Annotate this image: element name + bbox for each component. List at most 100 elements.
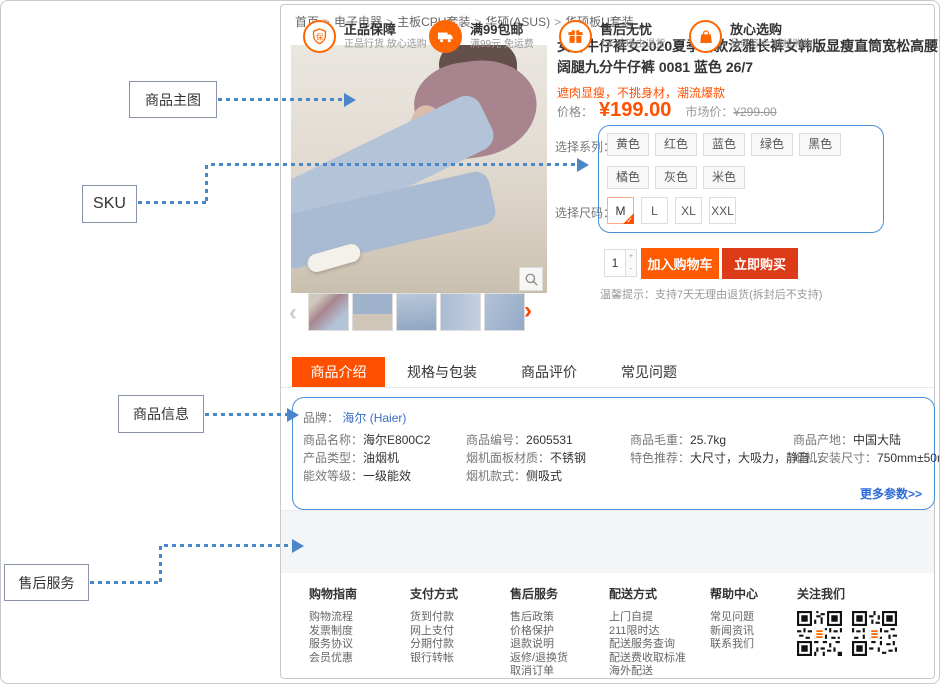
footer-column-title: 关注我们 bbox=[797, 585, 897, 602]
series-option-blue[interactable]: 蓝色 bbox=[703, 133, 745, 156]
series-option-gray[interactable]: 灰色 bbox=[655, 166, 697, 189]
product-info-frame: 品牌： 海尔 (Haier) 商品名称：海尔E800C2 产品类型：油烟机 能效… bbox=[292, 397, 935, 510]
size-option-m-selected[interactable]: M bbox=[607, 197, 634, 224]
footer-link[interactable]: 新闻资讯 bbox=[710, 625, 758, 639]
quantity-input[interactable] bbox=[605, 250, 625, 276]
tab-reviews[interactable]: 商品评价 bbox=[499, 357, 599, 387]
annotation-label-text: SKU bbox=[93, 195, 126, 213]
product-main-image[interactable] bbox=[291, 45, 547, 293]
footer-link[interactable]: 返修/退换货 bbox=[510, 652, 568, 666]
footer-link[interactable]: 会员优惠 bbox=[309, 652, 357, 666]
thumbnail-next-icon[interactable]: › bbox=[524, 297, 532, 325]
footer-link[interactable]: 银行转帐 bbox=[410, 652, 458, 666]
footer-link[interactable]: 购物流程 bbox=[309, 611, 357, 625]
size-options: M L XL XXL bbox=[607, 197, 736, 224]
footer-link[interactable]: 网上支付 bbox=[410, 625, 458, 639]
footer-link[interactable]: 发票制度 bbox=[309, 625, 357, 639]
footer-link[interactable]: 211限时达 bbox=[609, 625, 686, 639]
svg-text:保: 保 bbox=[316, 32, 324, 41]
spec-label: 产品类型： bbox=[303, 451, 363, 465]
tab-product-intro[interactable]: 商品介绍 bbox=[292, 357, 385, 387]
footer-column-follow-us: 关注我们 bbox=[797, 585, 897, 656]
current-price: ¥199.00 bbox=[599, 99, 671, 122]
quantity-stepper: + - bbox=[604, 249, 637, 277]
service-title: 正品保障 bbox=[344, 22, 427, 38]
brand-link[interactable]: 海尔 (Haier) bbox=[342, 411, 406, 425]
size-option-xl[interactable]: XL bbox=[675, 197, 702, 224]
spec-row: 烟机面板材质：不锈钢 bbox=[466, 449, 586, 467]
price-row: 价格： ¥199.00 市场价： ¥299.00 bbox=[557, 99, 777, 122]
service-title: 满99包邮 bbox=[470, 22, 534, 38]
market-price-label: 市场价： bbox=[685, 103, 733, 120]
market-price: ¥299.00 bbox=[733, 105, 776, 119]
series-label: 选择系列： bbox=[555, 138, 615, 155]
series-option-black[interactable]: 黑色 bbox=[799, 133, 841, 156]
footer-link[interactable]: 上门自提 bbox=[609, 611, 686, 625]
footer-link[interactable]: 取消订单 bbox=[510, 665, 568, 679]
spec-row: 能效等级：一级能效 bbox=[303, 467, 430, 485]
quantity-decrease-button[interactable]: - bbox=[626, 263, 636, 276]
spec-label: 商品名称： bbox=[303, 433, 363, 447]
spec-row: 烟机款式：侧吸式 bbox=[466, 467, 586, 485]
spec-value: 一级能效 bbox=[363, 469, 411, 483]
service-subtitle: 7天无理由退货 bbox=[600, 38, 666, 51]
quantity-increase-button[interactable]: + bbox=[626, 250, 636, 263]
product-thumbnail[interactable] bbox=[396, 293, 437, 331]
qr-code-row bbox=[797, 611, 897, 656]
series-option-orange[interactable]: 橘色 bbox=[607, 166, 649, 189]
footer-column-help-center: 帮助中心 常见问题 新闻资讯 联系我们 bbox=[710, 585, 758, 652]
service-title: 售后无忧 bbox=[600, 22, 666, 38]
footer-link[interactable]: 售后政策 bbox=[510, 611, 568, 625]
spec-label: 烟机款式： bbox=[466, 469, 526, 483]
footer-link[interactable]: 分期付款 bbox=[410, 638, 458, 652]
product-thumbnail[interactable] bbox=[484, 293, 525, 331]
annotation-arrow-line bbox=[164, 544, 292, 547]
spec-column-2: 商品编号：2605531 烟机面板材质：不锈钢 烟机款式：侧吸式 bbox=[466, 431, 586, 485]
footer-link[interactable]: 配送费收取标准 bbox=[609, 652, 686, 666]
footer-link[interactable]: 退款说明 bbox=[510, 638, 568, 652]
spec-value: 2605531 bbox=[526, 433, 573, 447]
footer-column-title: 购物指南 bbox=[309, 585, 357, 602]
footer-link[interactable]: 常见问题 bbox=[710, 611, 758, 625]
return-policy-tip: 温馨提示：支持7天无理由退货(拆封后不支持) bbox=[600, 286, 822, 302]
annotation-arrow-line bbox=[205, 165, 208, 203]
tab-faq[interactable]: 常见问题 bbox=[599, 357, 699, 387]
more-params-link[interactable]: 更多参数>> bbox=[860, 485, 922, 502]
footer-link[interactable]: 货到付款 bbox=[410, 611, 458, 625]
spec-label: 烟机安装尺寸： bbox=[793, 451, 877, 465]
annotation-label-text: 商品主图 bbox=[145, 90, 201, 110]
annotation-arrow-line bbox=[211, 163, 577, 166]
spec-label: 商品毛重： bbox=[630, 433, 690, 447]
service-authentic: 保 正品保障 正品行货 放心选购 bbox=[303, 20, 427, 53]
series-option-beige[interactable]: 米色 bbox=[703, 166, 745, 189]
footer-link[interactable]: 联系我们 bbox=[710, 638, 758, 652]
product-thumbnail[interactable] bbox=[352, 293, 393, 331]
annotation-after-sales-label: 售后服务 bbox=[4, 564, 89, 601]
annotation-arrow-line bbox=[90, 581, 161, 584]
footer-link[interactable]: 服务协议 bbox=[309, 638, 357, 652]
add-to-cart-button[interactable]: 加入购物车 bbox=[641, 248, 719, 279]
buy-now-button[interactable]: 立即购买 bbox=[722, 248, 798, 279]
service-free-shipping: 满99包邮 满99元 免运费 bbox=[429, 20, 534, 53]
size-option-l[interactable]: L bbox=[641, 197, 668, 224]
spec-row: 商品编号：2605531 bbox=[466, 431, 586, 449]
detail-tabs: 商品介绍 规格与包装 商品评价 常见问题 bbox=[281, 357, 934, 388]
size-label: 选择尺码： bbox=[555, 204, 615, 221]
qrcode-icon bbox=[852, 611, 897, 656]
magnifier-icon[interactable] bbox=[519, 267, 543, 291]
shopping-bag-icon bbox=[689, 20, 722, 53]
product-thumbnail[interactable] bbox=[308, 293, 349, 331]
series-option-green[interactable]: 绿色 bbox=[751, 133, 793, 156]
product-thumbnail[interactable] bbox=[440, 293, 481, 331]
footer-link[interactable]: 海外配送 bbox=[609, 665, 686, 679]
footer-link[interactable]: 价格保护 bbox=[510, 625, 568, 639]
annotation-arrow-line bbox=[159, 546, 162, 584]
tab-spec-packaging[interactable]: 规格与包装 bbox=[385, 357, 499, 387]
service-title: 放心选购 bbox=[730, 22, 813, 38]
series-option-yellow[interactable]: 黄色 bbox=[607, 133, 649, 156]
thumbnail-prev-icon[interactable]: ‹ bbox=[289, 299, 297, 327]
series-option-red[interactable]: 红色 bbox=[655, 133, 697, 156]
shield-badge-icon: 保 bbox=[303, 20, 336, 53]
size-option-xxl[interactable]: XXL bbox=[709, 197, 736, 224]
footer-link[interactable]: 配送服务查询 bbox=[609, 638, 686, 652]
